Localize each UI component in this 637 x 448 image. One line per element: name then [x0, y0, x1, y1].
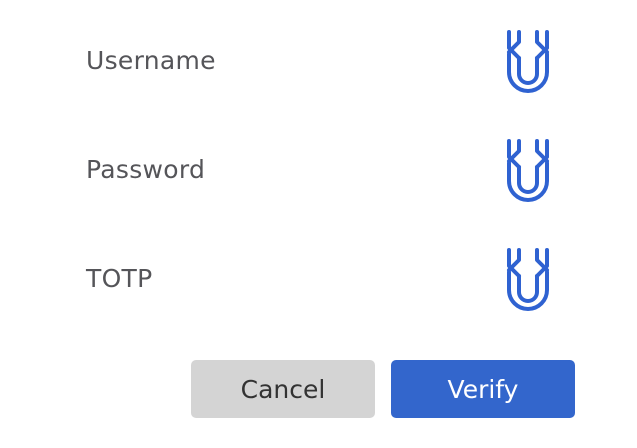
- totp-label: TOTP: [86, 264, 153, 293]
- password-manager-icon[interactable]: [502, 28, 554, 96]
- password-row: Password: [0, 137, 637, 207]
- password-label: Password: [86, 155, 206, 184]
- password-manager-icon[interactable]: [502, 137, 554, 205]
- username-row: Username: [0, 28, 637, 98]
- username-label: Username: [86, 46, 216, 75]
- password-manager-icon[interactable]: [502, 246, 554, 314]
- cancel-button[interactable]: Cancel: [191, 360, 375, 418]
- totp-row: TOTP: [0, 246, 637, 316]
- credential-dialog: Username Password TOTP Cancel Verify: [0, 0, 637, 448]
- verify-button[interactable]: Verify: [391, 360, 575, 418]
